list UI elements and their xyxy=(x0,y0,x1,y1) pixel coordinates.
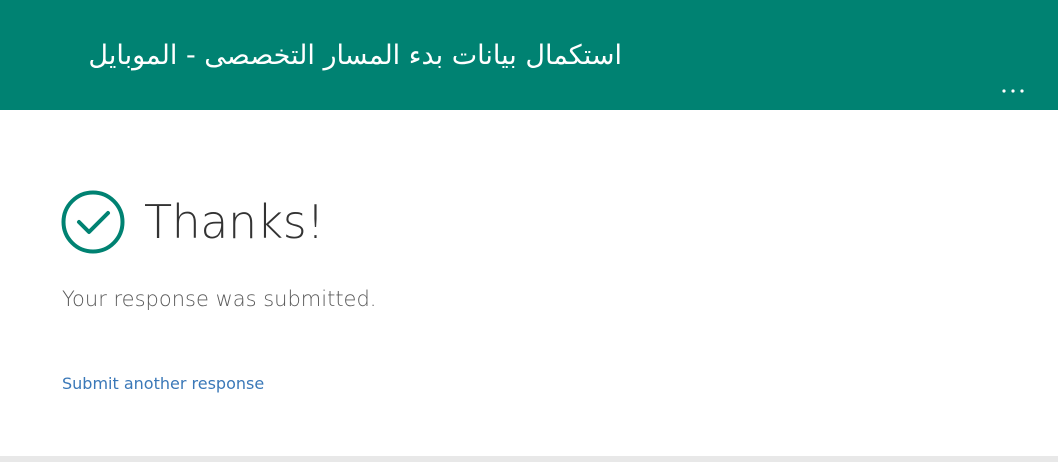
form-header: استكمال بيانات بدء المسار التخصصى - المو… xyxy=(0,0,1058,110)
bottom-divider xyxy=(0,456,1058,462)
thanks-row: Thanks! xyxy=(61,190,325,254)
confirmation-panel: Thanks! Your response was submitted. Sub… xyxy=(0,110,1058,456)
thanks-heading: Thanks! xyxy=(144,195,325,249)
submission-message: Your response was submitted. xyxy=(62,287,377,311)
form-title: استكمال بيانات بدء المسار التخصصى - المو… xyxy=(88,40,622,71)
checkmark-circle-icon xyxy=(61,190,125,254)
more-horizontal-icon xyxy=(1002,89,1024,93)
more-options-button[interactable] xyxy=(998,80,1028,102)
form-confirmation-page: استكمال بيانات بدء المسار التخصصى - المو… xyxy=(0,0,1058,462)
submit-another-response-link[interactable]: Submit another response xyxy=(62,373,264,395)
